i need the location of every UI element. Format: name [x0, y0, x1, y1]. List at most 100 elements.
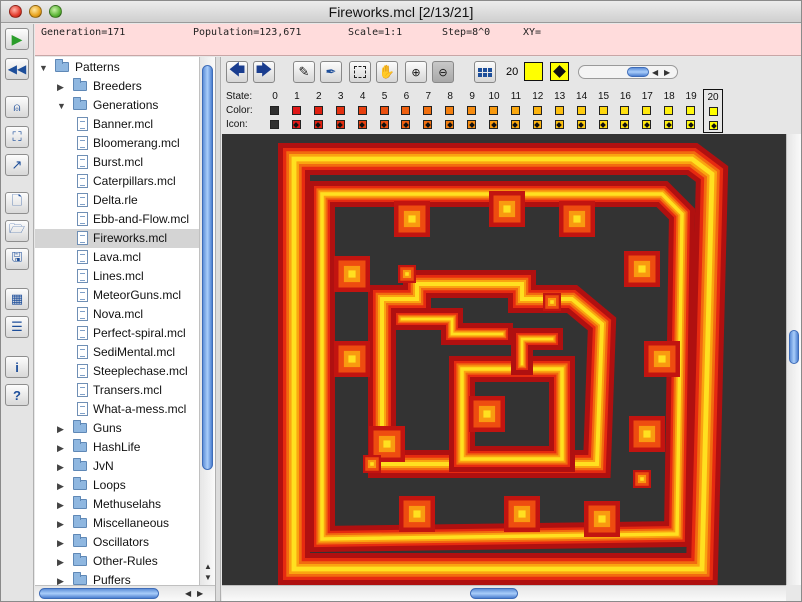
state-column[interactable]: 2: [309, 89, 329, 133]
tree-file[interactable]: Caterpillars.mcl: [35, 172, 199, 191]
tree-folder[interactable]: ▶ Miscellaneous: [35, 514, 199, 533]
tree-file[interactable]: Steeplechase.mcl: [35, 362, 199, 381]
help-button[interactable]: ?: [5, 384, 29, 406]
tree-file[interactable]: Burst.mcl: [35, 153, 199, 172]
disclosure-closed-icon[interactable]: ▶: [57, 557, 64, 568]
tree-folder[interactable]: ▶ HashLife: [35, 438, 199, 457]
tree-folder[interactable]: ▼ Patterns: [35, 58, 199, 77]
tree-file[interactable]: Lava.mcl: [35, 248, 199, 267]
zoom-out-tool-button[interactable]: ⊖: [432, 61, 454, 83]
tree-folder[interactable]: ▶ Oscillators: [35, 533, 199, 552]
redo-button[interactable]: 🡆: [253, 61, 275, 83]
current-state-icon[interactable]: [550, 62, 569, 81]
show-stats-button[interactable]: ↗: [5, 154, 29, 176]
open-pattern-button[interactable]: 🗁: [5, 220, 29, 242]
tree-folder[interactable]: ▶ Guns: [35, 419, 199, 438]
undo-button[interactable]: 🡄: [226, 61, 248, 83]
state-column[interactable]: 17: [637, 89, 657, 133]
pane-splitter[interactable]: [215, 57, 221, 601]
current-state-color[interactable]: [524, 62, 543, 81]
view-vscroll-thumb[interactable]: [789, 330, 799, 364]
state-column[interactable]: 20: [703, 89, 723, 133]
tree-folder[interactable]: ▶ Methuselahs: [35, 495, 199, 514]
state-scroll-thumb[interactable]: [627, 67, 649, 77]
tree-folder[interactable]: ▶ Puffers: [35, 571, 199, 585]
save-pattern-button[interactable]: 🖫: [5, 248, 29, 270]
tree-hscroll-thumb[interactable]: [39, 588, 159, 599]
state-column[interactable]: 1: [287, 89, 307, 133]
zoom-in-tool-button[interactable]: ⊕: [405, 61, 427, 83]
show-patterns-button[interactable]: ▦: [5, 288, 29, 310]
tree-file[interactable]: Transers.mcl: [35, 381, 199, 400]
tree-file[interactable]: Perfect-spiral.mcl: [35, 324, 199, 343]
state-column[interactable]: 15: [594, 89, 614, 133]
disclosure-closed-icon[interactable]: ▶: [57, 576, 64, 585]
show-info-button[interactable]: i: [5, 356, 29, 378]
state-column[interactable]: 16: [615, 89, 635, 133]
pattern-tree[interactable]: ▼ Patterns ▶ Breeders ▼ Generations Banner.mcl…: [35, 57, 199, 585]
draw-tool-button[interactable]: ✎: [293, 61, 315, 83]
fit-pattern-button[interactable]: ⛶: [5, 126, 29, 148]
disclosure-closed-icon[interactable]: ▶: [57, 82, 64, 93]
tree-file[interactable]: Nova.mcl: [35, 305, 199, 324]
state-column[interactable]: 19: [681, 89, 701, 133]
tree-folder[interactable]: ▶ Other-Rules: [35, 552, 199, 571]
tree-folder[interactable]: ▶ JvN: [35, 457, 199, 476]
start-generating-button[interactable]: ▶: [5, 28, 29, 50]
tree-horizontal-scrollbar[interactable]: ◀ ▶: [35, 585, 215, 601]
view-vertical-scrollbar[interactable]: [786, 134, 801, 585]
tree-vscroll-thumb[interactable]: [202, 65, 213, 470]
pick-tool-button[interactable]: ✒: [320, 61, 342, 83]
state-column[interactable]: 4: [353, 89, 373, 133]
tool-menu-button[interactable]: ⍝: [5, 96, 29, 118]
tree-file[interactable]: SediMental.mcl: [35, 343, 199, 362]
tree-vertical-scrollbar[interactable]: ▲ ▼: [199, 57, 215, 585]
move-tool-button[interactable]: ✋: [376, 61, 398, 83]
disclosure-open-icon[interactable]: ▼: [39, 63, 48, 73]
show-scripts-button[interactable]: ☰: [5, 316, 29, 338]
tree-file[interactable]: Bloomerang.mcl: [35, 134, 199, 153]
disclosure-closed-icon[interactable]: ▶: [57, 481, 64, 492]
tree-folder[interactable]: ▼ Generations: [35, 96, 199, 115]
state-icon-swatch: [598, 120, 608, 129]
disclosure-closed-icon[interactable]: ▶: [57, 500, 64, 511]
pattern-viewport[interactable]: [222, 134, 786, 585]
new-pattern-button[interactable]: 🗋: [5, 192, 29, 214]
document-icon: [77, 250, 88, 264]
state-column[interactable]: 18: [659, 89, 679, 133]
state-column[interactable]: 7: [418, 89, 438, 133]
view-horizontal-scrollbar[interactable]: [222, 585, 786, 601]
tree-file[interactable]: MeteorGuns.mcl: [35, 286, 199, 305]
tree-folder[interactable]: ▶ Breeders: [35, 77, 199, 96]
state-column[interactable]: 13: [550, 89, 570, 133]
disclosure-closed-icon[interactable]: ▶: [57, 538, 64, 549]
disclosure-open-icon[interactable]: ▼: [57, 101, 66, 111]
tree-file[interactable]: Lines.mcl: [35, 267, 199, 286]
state-column[interactable]: 11: [506, 89, 526, 133]
tree-folder[interactable]: ▶ Loops: [35, 476, 199, 495]
disclosure-closed-icon[interactable]: ▶: [57, 519, 64, 530]
state-column[interactable]: 3: [331, 89, 351, 133]
state-column[interactable]: 8: [440, 89, 460, 133]
state-column[interactable]: 12: [528, 89, 548, 133]
disclosure-closed-icon[interactable]: ▶: [57, 443, 64, 454]
tree-file[interactable]: What-a-mess.mcl: [35, 400, 199, 419]
tree-file[interactable]: Delta.rle: [35, 191, 199, 210]
tree-file[interactable]: Fireworks.mcl: [35, 229, 199, 248]
select-tool-button[interactable]: [349, 61, 371, 83]
state-scrollbar[interactable]: ◀ ▶: [578, 65, 678, 79]
tree-file[interactable]: Ebb-and-Flow.mcl: [35, 210, 199, 229]
disclosure-closed-icon[interactable]: ▶: [57, 424, 64, 435]
state-color-swatch: [664, 106, 674, 115]
state-column[interactable]: 10: [484, 89, 504, 133]
tree-file[interactable]: Banner.mcl: [35, 115, 199, 134]
state-column[interactable]: 0: [265, 89, 285, 133]
state-column[interactable]: 9: [462, 89, 482, 133]
state-column[interactable]: 5: [375, 89, 395, 133]
state-column[interactable]: 6: [396, 89, 416, 133]
reset-button[interactable]: ◀◀: [5, 58, 29, 80]
state-column[interactable]: 14: [572, 89, 592, 133]
disclosure-closed-icon[interactable]: ▶: [57, 462, 64, 473]
all-states-button[interactable]: [474, 61, 496, 83]
view-hscroll-thumb[interactable]: [470, 588, 518, 599]
